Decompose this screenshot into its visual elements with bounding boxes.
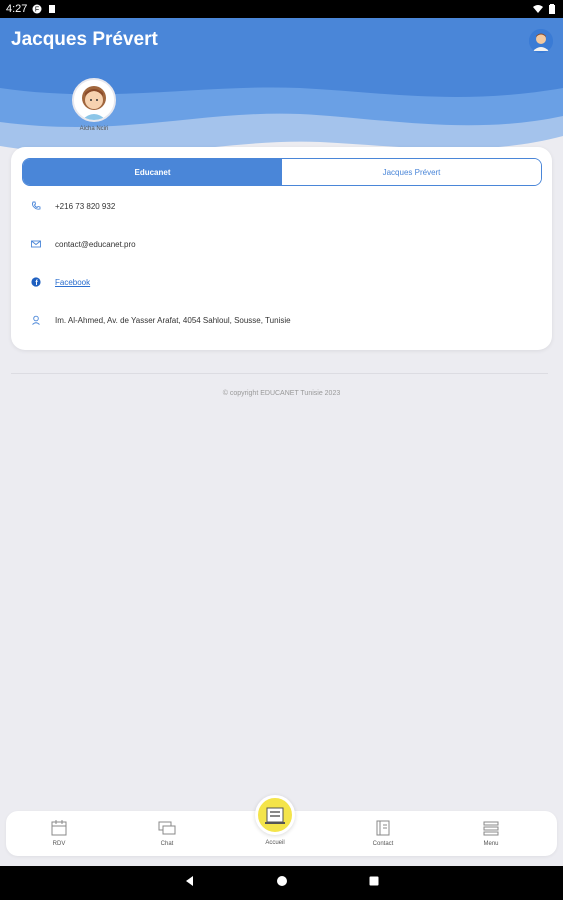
address-text: Im. Al-Ahmed, Av. de Yasser Arafat, 4054… [55, 315, 291, 325]
phone-row[interactable]: +216 73 820 932 [31, 201, 115, 211]
nav-contact[interactable]: Contact [363, 819, 403, 847]
nav-contact-label: Contact [372, 841, 394, 847]
child-name: Aicha Nciri [79, 126, 109, 132]
phone-number: +216 73 820 932 [55, 201, 116, 211]
home-button[interactable] [255, 795, 295, 835]
phonebook-icon [374, 819, 392, 837]
nav-menu-label: Menu [483, 841, 499, 847]
app-notification-icon: F [32, 4, 42, 14]
facebook-icon: f [31, 277, 41, 287]
nav-chat[interactable]: Chat [147, 819, 187, 847]
nav-rdv[interactable]: RDV [39, 819, 79, 847]
address-row[interactable]: Im. Al-Ahmed, Av. de Yasser Arafat, 4054… [31, 315, 291, 325]
header: Jacques Prévert Aicha Nciri [0, 18, 563, 168]
tab-jacques-prevert[interactable]: Jacques Prévert [282, 159, 541, 185]
nav-rdv-label: RDV [52, 841, 66, 847]
menu-icon [482, 819, 500, 837]
email-address: contact@educanet.pro [55, 239, 136, 249]
mail-icon [31, 239, 41, 249]
status-time: 4:27 [6, 3, 28, 15]
battery-icon [547, 4, 557, 14]
nav-accueil-label: Accueil [265, 840, 285, 846]
child-profile[interactable]: Aicha Nciri [72, 78, 116, 132]
storage-notification-icon [47, 4, 57, 14]
status-bar: 4:27 F [0, 0, 563, 18]
svg-text:F: F [35, 7, 39, 14]
profile-avatar[interactable] [529, 29, 553, 53]
copyright-text: © copyright EDUCANET Tunisie 2023 [222, 390, 341, 397]
divider [11, 373, 548, 374]
nav-chat-label: Chat [160, 841, 174, 847]
facebook-row[interactable]: f Facebook [31, 277, 90, 287]
location-icon [31, 315, 41, 325]
chat-icon [158, 819, 176, 837]
page-title: Jacques Prévert [11, 29, 158, 50]
recents-icon[interactable] [368, 874, 380, 892]
facebook-link[interactable]: Facebook [55, 278, 90, 287]
user-avatar-icon [529, 29, 553, 53]
wifi-icon [533, 4, 543, 14]
phone-icon [31, 201, 41, 211]
home-icon[interactable] [276, 874, 288, 892]
home-school-icon [265, 807, 285, 824]
back-icon[interactable] [184, 874, 196, 892]
child-avatar [72, 78, 116, 122]
tab-educanet[interactable]: Educanet [23, 159, 282, 185]
calendar-icon [50, 819, 68, 837]
tab-bar: Educanet Jacques Prévert [22, 158, 542, 186]
nav-menu[interactable]: Menu [471, 819, 511, 847]
girl-avatar-icon [74, 80, 114, 120]
system-nav-bar [0, 866, 563, 900]
info-card: Educanet Jacques Prévert +216 73 820 932… [11, 147, 552, 350]
email-row[interactable]: contact@educanet.pro [31, 239, 136, 249]
